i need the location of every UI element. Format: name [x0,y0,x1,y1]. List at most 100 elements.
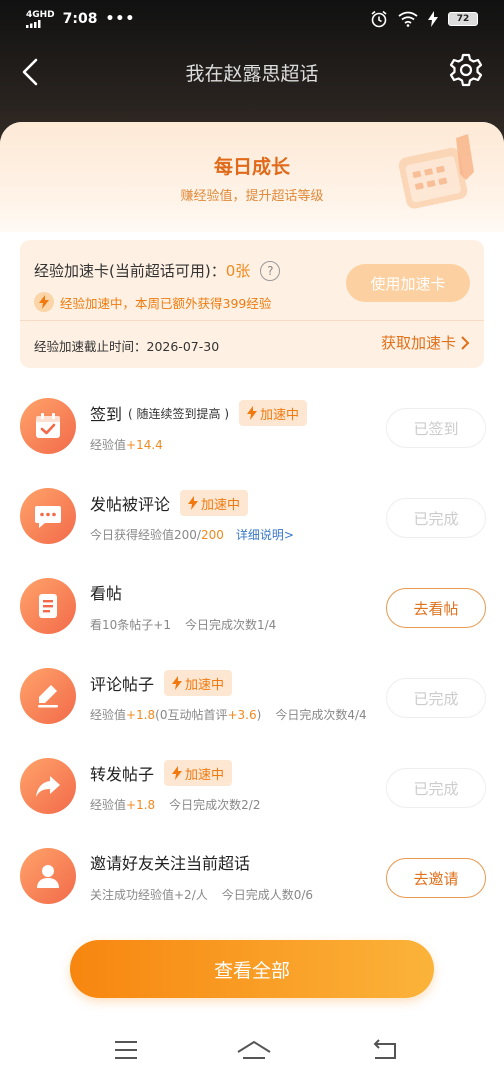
task-title: 转发帖子 [90,765,155,784]
completed-button[interactable]: 已完成 [386,678,486,718]
task-title: 邀请好友关注当前超话 [90,854,251,873]
home-button[interactable] [234,1036,274,1064]
help-icon[interactable]: ? [260,260,281,281]
task-note: ( 随连续签到提高 ) [128,406,230,421]
document-icon [20,578,76,634]
desc-text: ) [256,707,262,722]
return-icon [373,1039,396,1059]
divider [20,320,484,321]
task-title-row: 邀请好友关注当前超话 [90,850,250,874]
get-boost-card-link[interactable]: 获取加速卡 [381,332,470,353]
boost-tag: 加速中 [164,670,233,696]
desc-text: 看10条帖子+1 [90,618,171,632]
task-view-posts: 看帖 看10条帖子+1 今日完成次数1/4 去看帖 [0,572,504,652]
boost-card-info: 经验加速卡(当前超话可用)： 0张 ? [34,260,281,281]
task-invite-friends: 邀请好友关注当前超话 关注成功经验值+2/人 今日完成人数0/6 去邀请 [0,842,504,922]
task-sign-in: 签到 ( 随连续签到提高 ) 加速中 经验值 +14.4 已签到 [0,392,504,472]
task-desc: 看10条帖子+1 今日完成次数1/4 [90,616,276,633]
task-desc: 关注成功经验值+2/人 今日完成人数0/6 [90,886,313,903]
signed-in-button[interactable]: 已签到 [386,408,486,448]
return-button[interactable] [368,1036,400,1064]
clock: 7:08 [62,11,98,27]
completed-button[interactable]: 已完成 [386,768,486,808]
desc-text: 经验值 [90,708,127,722]
task-desc: 经验值 +14.4 [90,436,163,453]
task-title-row: 看帖 [90,580,122,604]
boost-status-text: 经验加速中，本周已额外获得399经验 [60,295,272,311]
alarm-icon [371,10,387,28]
desc-value: +1.8 [126,797,156,812]
boost-card-count: 0张 [225,262,251,280]
gear-icon [449,53,483,87]
task-title: 看帖 [90,584,123,603]
desc-text: 经验值 [90,798,127,812]
nav-bar: 我在赵露思超话 [0,40,504,104]
desc-count: 今日完成次数2/2 [169,798,261,812]
back-button[interactable] [16,54,48,90]
boost-tag-label: 加速中 [260,407,300,423]
notification-dots: ••• [105,11,136,27]
invite-button[interactable]: 去邀请 [386,858,486,898]
share-arrow-icon [20,758,76,814]
task-repost: 转发帖子 加速中 经验值 +1.8 今日完成次数2/2 已完成 [0,752,504,832]
desc-text: 关注成功经验值+2/人 [90,888,208,902]
settings-button[interactable] [448,52,484,88]
boost-card-label: 经验加速卡(当前超话可用)： [34,262,226,280]
task-title: 签到 [90,405,123,424]
task-title: 发帖被评论 [90,495,171,514]
completed-button[interactable]: 已完成 [386,498,486,538]
signal-icon: 4GHD [26,9,55,28]
edit-icon [20,668,76,724]
desc-count: 今日完成次数1/4 [184,618,277,632]
task-desc: 今日获得经验值200/ 200 详细说明> [90,526,294,543]
task-post-commented: 发帖被评论 加速中 今日获得经验值200/ 200 详细说明> 已完成 [0,482,504,562]
header-title: 每日成长 [213,156,290,178]
desc-text: 今日获得经验值200/ [90,528,201,542]
network-type: 4GHD [26,9,55,20]
wifi-icon [398,11,418,27]
task-title-row: 签到 ( 随连续签到提高 ) 加速中 [90,400,308,426]
bolt-icon [247,406,258,420]
desc-text: 经验值 [90,438,127,452]
user-icon [20,848,76,904]
go-view-posts-button[interactable]: 去看帖 [386,588,486,628]
chevron-right-icon [461,335,470,350]
page-title: 我在赵露思超话 [185,62,319,85]
get-boost-card-label: 获取加速卡 [380,334,456,352]
boost-tag-label: 加速中 [185,677,225,693]
status-bar: 4GHD 7:08 ••• 72 [0,0,504,38]
desc-text: (0互动帖首评 [155,708,228,722]
boost-deadline: 经验加速截止时间：2026-07-30 [34,339,220,354]
task-title-row: 转发帖子 加速中 [90,760,233,786]
details-link[interactable]: 详细说明> [236,526,294,543]
boost-tag: 加速中 [239,400,308,426]
use-boost-card-button[interactable]: 使用加速卡 [346,264,470,302]
growth-sheet: 每日成长 赚经验值，提升超话等级 经验加速卡(当前超话可用)： 0张 ? 经验加… [0,122,504,1080]
menu-button[interactable] [110,1036,142,1064]
task-title: 评论帖子 [90,675,155,694]
chevron-left-icon [22,58,38,86]
calendar-check-icon [20,398,76,454]
task-title-row: 评论帖子 加速中 [90,670,233,696]
desc-count: 今日完成人数0/6 [221,888,314,902]
header-subtitle: 赚经验值，提升超话等级 [180,189,324,204]
boost-tag-label: 加速中 [185,767,225,783]
desc-value: +3.6 [227,707,257,722]
bolt-icon [172,676,183,690]
desc-count: 今日完成次数4/4 [275,708,367,722]
home-icon [237,1040,271,1059]
boost-tag-label: 加速中 [201,497,241,513]
boost-tag: 加速中 [180,490,249,516]
task-desc: 经验值 +1.8 (0互动帖首评 +3.6 ) 今日完成次数4/4 [90,706,367,723]
bolt-icon [172,766,183,780]
desc-value: +1.8 [126,707,156,722]
charging-icon [428,11,438,27]
boost-status: 经验加速中，本周已额外获得399经验 [34,292,271,312]
view-all-button[interactable]: 查看全部 [70,940,434,998]
desc-value: +14.4 [126,437,163,452]
bolt-icon [34,292,54,312]
battery-icon: 72 [448,12,478,26]
task-comment-posts: 评论帖子 加速中 经验值 +1.8 (0互动帖首评 +3.6 ) 今日完成次数4… [0,662,504,742]
boost-card: 经验加速卡(当前超话可用)： 0张 ? 经验加速中，本周已额外获得399经验 使… [20,240,484,368]
desc-value: 200 [200,527,224,542]
